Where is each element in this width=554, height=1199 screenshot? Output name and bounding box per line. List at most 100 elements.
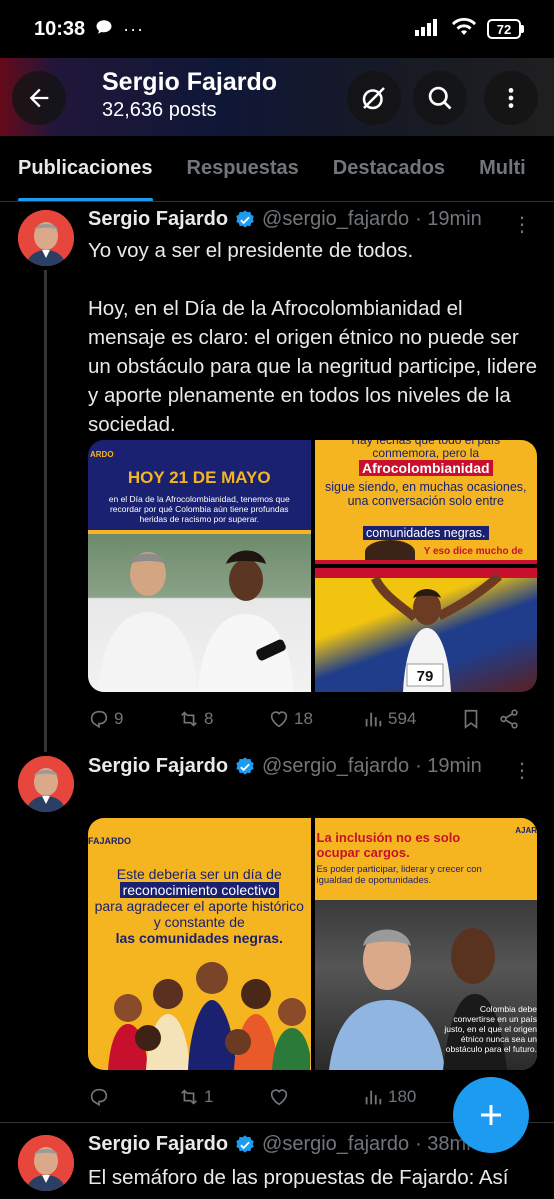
- profile-post-count: 32,636 posts: [102, 99, 217, 121]
- chat-bubble-icon: [95, 18, 113, 41]
- reply-icon: [90, 1088, 108, 1107]
- image-footer-line: obstáculo para el futuro.: [445, 1044, 537, 1054]
- more-options-button[interactable]: [484, 71, 538, 125]
- repost-icon: [181, 1089, 197, 1105]
- bib-number: 79: [416, 668, 433, 685]
- like-count: 18: [294, 709, 313, 728]
- tweet-header: Sergio Fajardo @sergio_fajardo · 38mi: [88, 1133, 471, 1156]
- tweet-text: El semáforo de las propuestas de Fajardo…: [88, 1166, 509, 1189]
- profile-name: Sergio Fajardo: [102, 68, 278, 96]
- author-name[interactable]: Sergio Fajardo: [88, 208, 228, 231]
- search-icon: [428, 86, 452, 110]
- brand-logo-text: FAJARDO: [88, 836, 132, 846]
- avatar[interactable]: [18, 1135, 74, 1191]
- media-image-2[interactable]: Hay fechas que todo el país conmemora, p…: [314, 440, 537, 564]
- share-button[interactable]: [498, 708, 520, 730]
- repost-count: 1: [204, 1087, 214, 1106]
- repost-button[interactable]: 8: [178, 708, 268, 730]
- avatar[interactable]: [18, 210, 74, 266]
- more-vertical-icon: [508, 88, 514, 108]
- tab-publicaciones[interactable]: Publicaciones: [18, 136, 153, 201]
- image-highlight-2: comunidades negras.: [362, 526, 489, 540]
- image-footer-line: Colombia debe: [479, 1004, 537, 1014]
- signal-icon: [415, 18, 441, 41]
- views-button[interactable]: 180: [362, 1086, 460, 1108]
- image-text: Este debería ser un día de reconocimient…: [94, 866, 305, 946]
- image-highlight: Afrocolombianidad: [358, 460, 493, 476]
- author-name[interactable]: Sergio Fajardo: [88, 755, 228, 778]
- tweet-header: Sergio Fajardo @sergio_fajardo · 19min: [88, 208, 482, 231]
- tweet-time[interactable]: · 19min: [415, 208, 482, 231]
- thread-line: [44, 270, 47, 752]
- views-count: 594: [388, 709, 417, 728]
- photo-people: [88, 534, 311, 692]
- repost-button[interactable]: 1: [178, 1086, 268, 1108]
- profile-tabs: Publicaciones Respuestas Destacados Mult…: [0, 136, 554, 202]
- tweet-time[interactable]: · 19min: [415, 755, 482, 778]
- wifi-icon: [451, 17, 477, 42]
- verified-badge-icon: [236, 1134, 254, 1153]
- heart-icon: [270, 711, 288, 728]
- repost-count: 8: [204, 709, 214, 728]
- image-text-line: Este debería ser un día de: [116, 866, 282, 882]
- avatar-image: [18, 756, 74, 812]
- search-button[interactable]: [413, 71, 467, 125]
- more-notifications-icon: ···: [123, 18, 145, 39]
- plus-icon: [481, 1105, 501, 1125]
- media-image-2[interactable]: La inclusión no es solo ocupar cargos. A…: [314, 818, 537, 1070]
- tab-multimedia[interactable]: Multi: [479, 136, 526, 201]
- illustration-people: [108, 962, 310, 1070]
- avatar[interactable]: [18, 756, 74, 812]
- image-headline: HOY 21 DE MAYO: [127, 468, 271, 487]
- tweet-header: Sergio Fajardo @sergio_fajardo · 19min: [88, 755, 482, 778]
- bookmark-button[interactable]: [460, 708, 498, 730]
- media-image-1[interactable]: FAJARDO Este debería ser un día de recon…: [88, 818, 311, 1070]
- image-footer-line: étnico nunca sea un: [460, 1034, 537, 1044]
- reply-count: 9: [114, 709, 124, 728]
- brand-logo-text: AJAR: [515, 826, 537, 835]
- tab-destacados[interactable]: Destacados: [333, 136, 445, 201]
- reply-button[interactable]: 9: [88, 708, 178, 730]
- reply-button[interactable]: [88, 1086, 178, 1108]
- image-caption: Es poder participar, liderar y crecer co…: [316, 864, 482, 886]
- author-handle[interactable]: @sergio_fajardo: [262, 1133, 409, 1156]
- media-image-3[interactable]: 79: [314, 568, 537, 692]
- tweet-text-paragraph: Hoy, en el Día de la Afrocolombianidad e…: [88, 297, 538, 436]
- tweet-media-grid[interactable]: ARDO HOY 21 DE MAYO en el Día de la Afro…: [88, 440, 537, 692]
- profile-title: Sergio Fajardo 32,636 posts: [102, 68, 277, 122]
- grok-button[interactable]: [347, 71, 401, 125]
- views-icon: [365, 712, 382, 727]
- tweet-text-line: Yo voy a ser el presidente de todos.: [88, 239, 414, 262]
- image-footer: Y eso dice mucho de: [423, 546, 523, 557]
- like-button[interactable]: 18: [268, 708, 362, 730]
- views-icon: [365, 1090, 382, 1105]
- tweet-more-icon[interactable]: ⋮: [512, 212, 532, 237]
- image-headline: La inclusión no es solo ocupar cargos.: [316, 830, 461, 860]
- photo-athlete: 79: [314, 568, 537, 692]
- reply-icon: [90, 710, 108, 729]
- grok-icon: [362, 87, 385, 110]
- author-name[interactable]: Sergio Fajardo: [88, 1133, 228, 1156]
- tweet-media-grid[interactable]: FAJARDO Este debería ser un día de recon…: [88, 818, 537, 1070]
- tweet[interactable]: Sergio Fajardo @sergio_fajardo · 19min ⋮…: [0, 202, 554, 752]
- tab-respuestas[interactable]: Respuestas: [187, 136, 299, 201]
- tweet[interactable]: Sergio Fajardo @sergio_fajardo · 19min ⋮…: [0, 750, 554, 1122]
- media-image-1[interactable]: ARDO HOY 21 DE MAYO en el Día de la Afro…: [88, 440, 311, 692]
- battery-icon: 72: [487, 19, 524, 39]
- tweet-more-icon[interactable]: ⋮: [512, 758, 532, 783]
- arrow-left-icon: [29, 88, 49, 108]
- tweet-text: Yo voy a ser el presidente de todos. Hoy…: [88, 236, 538, 439]
- like-button[interactable]: [268, 1086, 362, 1108]
- image-footer: Colombia debe convertirse en un país jus…: [437, 1004, 537, 1054]
- image-highlight: reconocimiento colectivo: [119, 882, 279, 898]
- views-button[interactable]: 594: [362, 708, 460, 730]
- share-icon: [500, 709, 518, 729]
- image-text-line: para agradecer el aporte histórico y con…: [94, 898, 304, 930]
- author-handle[interactable]: @sergio_fajardo: [262, 208, 409, 231]
- status-time: 10:38: [34, 17, 86, 40]
- author-handle[interactable]: @sergio_fajardo: [262, 755, 409, 778]
- avatar-image: [18, 210, 74, 266]
- back-button[interactable]: [12, 71, 66, 125]
- profile-header: Sergio Fajardo 32,636 posts: [0, 58, 554, 136]
- compose-button[interactable]: [453, 1077, 529, 1153]
